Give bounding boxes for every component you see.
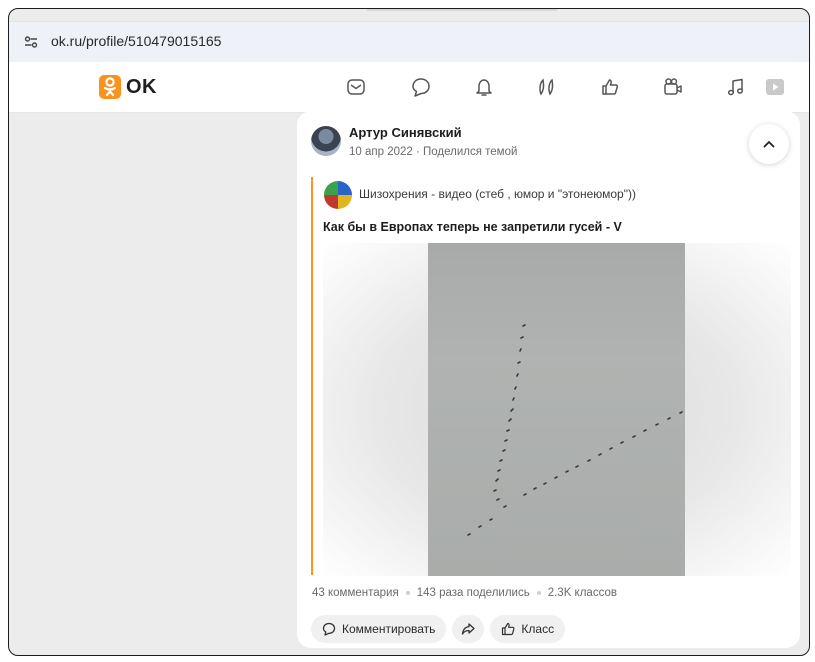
mail-icon[interactable] (345, 76, 367, 98)
shared-topic: Шизохрения - видео (стеб , юмор и "этоне… (311, 177, 791, 576)
like-button-label: Класс (521, 622, 555, 636)
group-avatar[interactable] (324, 181, 352, 209)
play-icon[interactable] (764, 76, 786, 98)
guests-icon[interactable] (536, 76, 558, 98)
share-button[interactable] (452, 615, 485, 643)
chat-icon[interactable] (410, 76, 432, 98)
post-actions: Комментировать Класс (311, 615, 566, 643)
group-name[interactable]: Шизохрения - видео (стеб , юмор и "этоне… (359, 187, 636, 201)
comment-button-label: Комментировать (342, 622, 436, 636)
post-stats: 43 комментария 143 раза поделились 2.3K … (312, 587, 617, 599)
author-name[interactable]: Артур Синявский (349, 125, 462, 140)
post-meta: 10 апр 2022 · Поделился темой (349, 146, 518, 158)
logo-text: OK (126, 75, 157, 98)
video-player[interactable] (323, 243, 791, 576)
separator-dot (405, 591, 410, 595)
likes-count[interactable]: 2.3K классов (548, 587, 617, 599)
window-top-edge (367, 9, 557, 11)
geese-flock-image (467, 324, 683, 536)
collapse-button[interactable] (749, 124, 789, 164)
video-frame (428, 243, 685, 576)
music-icon[interactable] (725, 76, 747, 98)
comment-button[interactable]: Комментировать (311, 615, 447, 643)
thumbs-up-icon (502, 622, 515, 636)
video-icon[interactable] (662, 76, 684, 98)
like-button[interactable]: Класс (490, 615, 566, 643)
share-icon (462, 623, 476, 635)
separator-dot (536, 591, 541, 595)
address-bar[interactable]: ok.ru/profile/510479015165 (9, 21, 809, 63)
site-settings-icon[interactable] (24, 35, 38, 49)
bell-icon[interactable] (473, 76, 495, 98)
avatar[interactable] (311, 126, 341, 156)
shares-count[interactable]: 143 раза поделились (417, 587, 530, 599)
comment-icon (322, 622, 336, 636)
likes-icon[interactable] (599, 76, 621, 98)
browser-window: ok.ru/profile/510479015165 OK Артур Синя… (8, 8, 810, 656)
comments-count[interactable]: 43 комментария (312, 587, 399, 599)
chevron-up-icon (763, 141, 775, 148)
url-text[interactable]: ok.ru/profile/510479015165 (51, 33, 221, 49)
ok-logo[interactable]: OK (99, 74, 157, 100)
site-header: OK (9, 62, 809, 113)
ok-logo-icon (99, 75, 121, 99)
post-title[interactable]: Как бы в Европах теперь не запретили гус… (323, 220, 622, 234)
post-card: Артур Синявский 10 апр 2022 · Поделился … (297, 111, 800, 648)
